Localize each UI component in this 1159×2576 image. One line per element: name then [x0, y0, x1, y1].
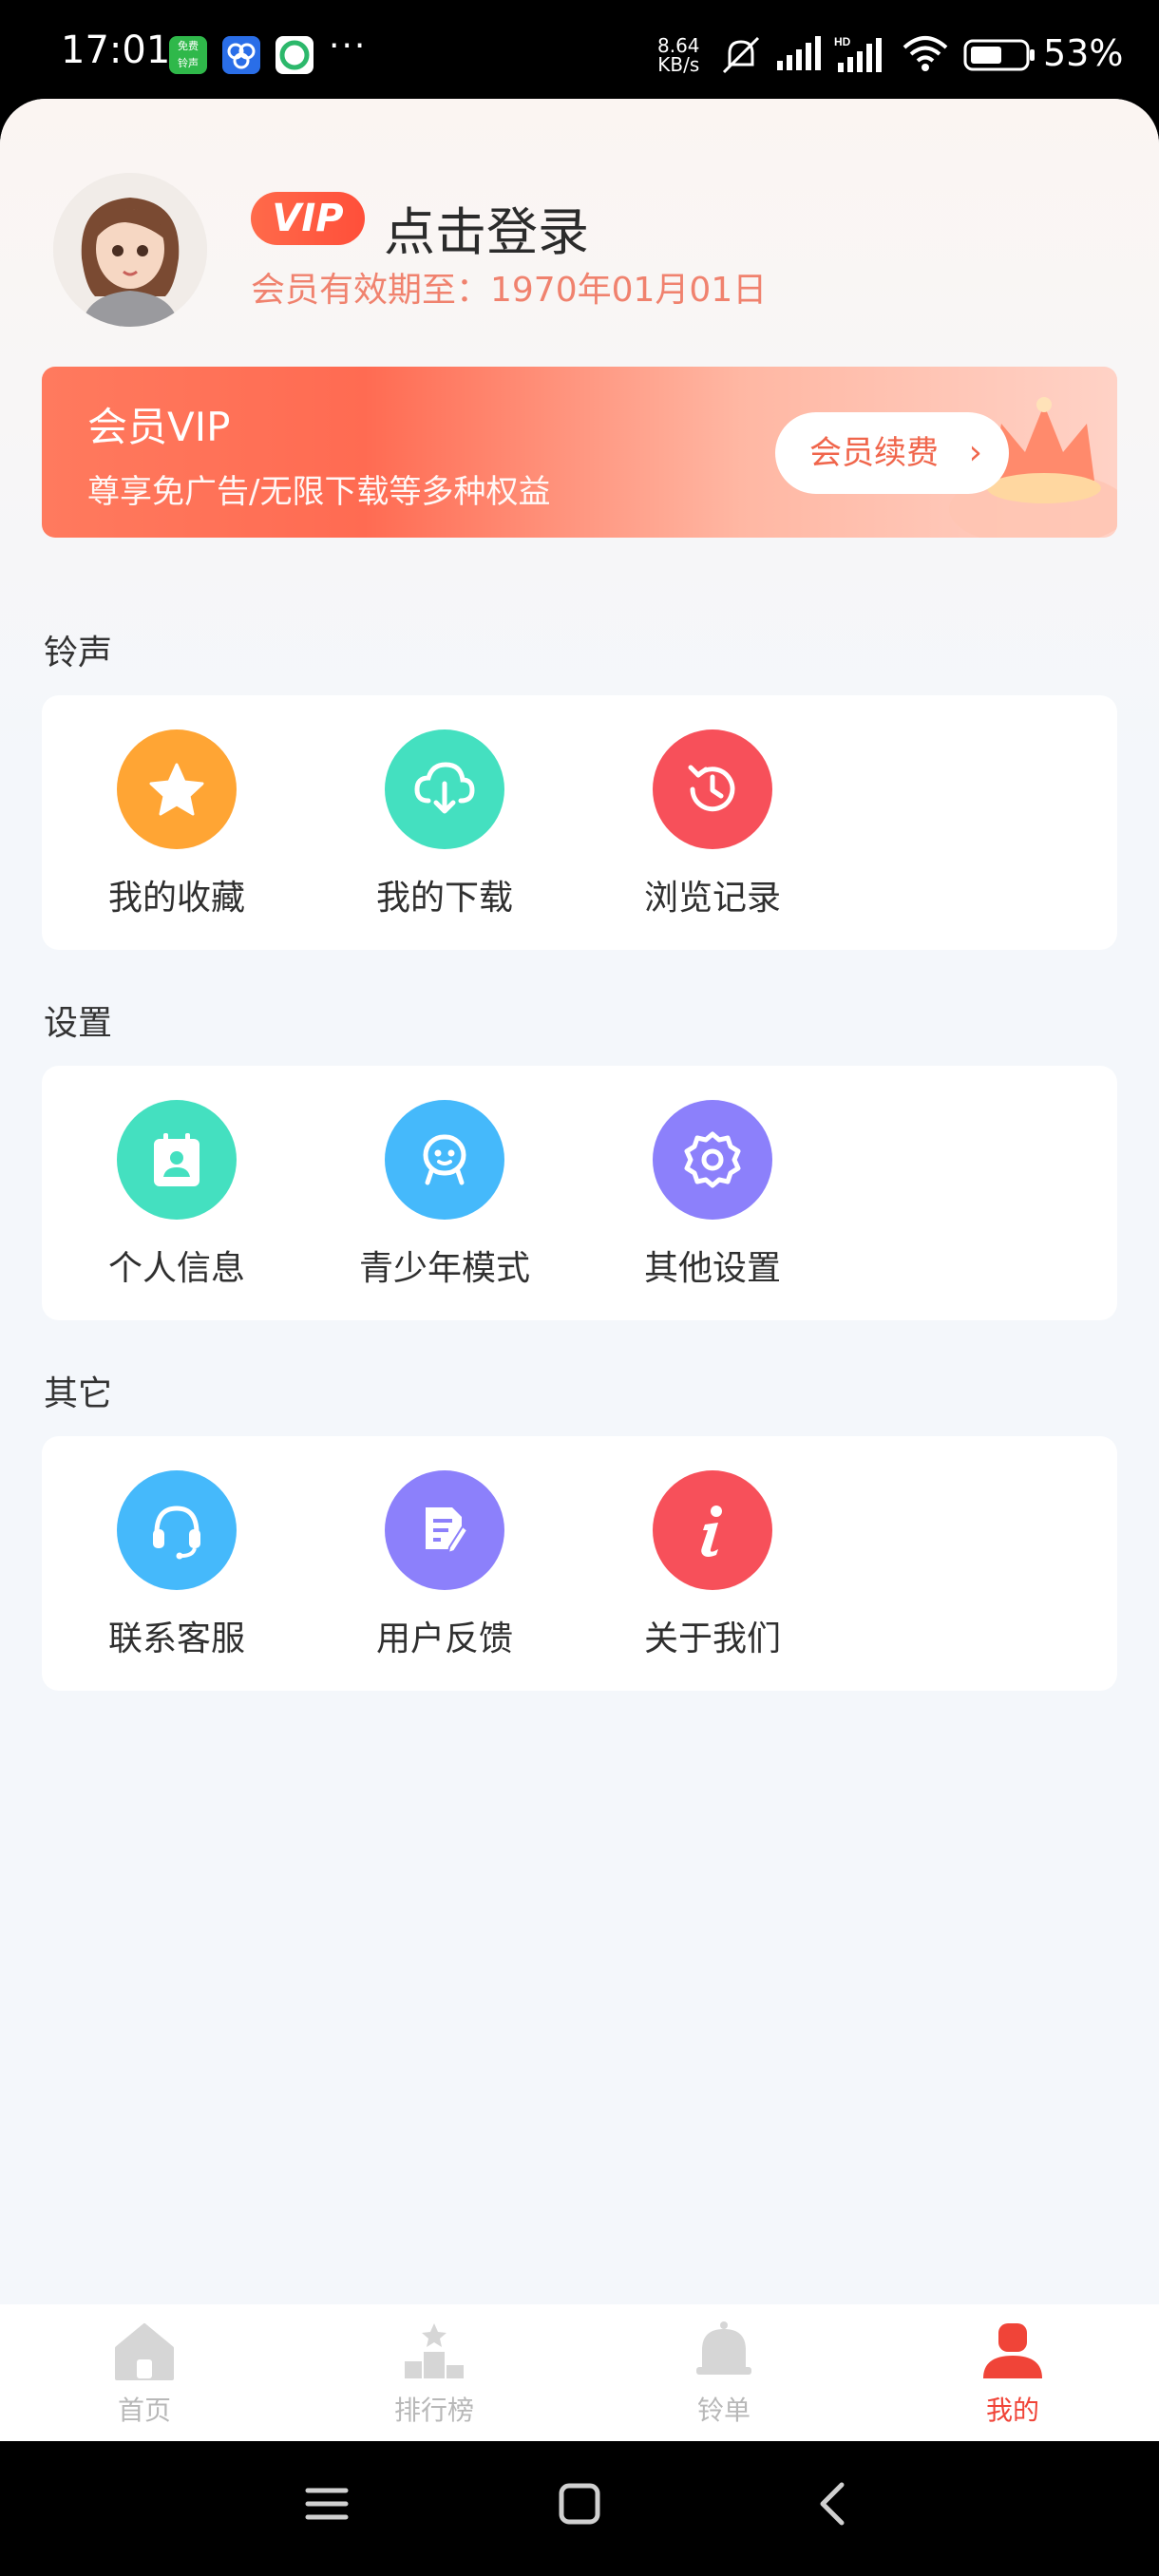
- signal-icon-1: [777, 36, 821, 70]
- more-notifications-icon: ···: [329, 27, 368, 66]
- feedback-icon: [385, 1470, 504, 1590]
- nav-item-ranking[interactable]: 排行榜: [339, 2318, 529, 2428]
- vip-card-title: 会员VIP: [87, 404, 231, 450]
- grid-item-other-settings[interactable]: 其他设置: [618, 1100, 808, 1299]
- section-card-ringtone: 我的收藏 我的下载 浏览记录: [42, 695, 1117, 950]
- renew-button-label: 会员续费: [809, 434, 939, 472]
- back-icon[interactable]: [811, 2481, 857, 2527]
- star-icon: [117, 729, 237, 849]
- nav-label-home: 首页: [117, 2395, 171, 2426]
- grid-item-about-us[interactable]: 关于我们: [618, 1470, 808, 1670]
- nav-item-ringtone-list[interactable]: 铃单: [629, 2318, 819, 2428]
- my-page: VIP 点击登录 会员有效期至：1970年01月01日 会员VIP 尊享免广告/…: [0, 99, 1159, 2441]
- nav-item-mine[interactable]: 我的: [918, 2318, 1108, 2428]
- home-icon: [111, 2318, 178, 2384]
- grid-item-label: 关于我们: [643, 1619, 781, 1658]
- battery-icon: [963, 39, 1035, 71]
- section-title-other: 其它: [44, 1374, 113, 1413]
- network-speed-unit: KB/s: [657, 53, 700, 76]
- ranking-icon: [401, 2318, 467, 2384]
- menu-icon[interactable]: [304, 2481, 350, 2527]
- smile-face-icon: [385, 1100, 504, 1220]
- network-speed-value: 8.64: [657, 34, 700, 57]
- contact-card-icon: [117, 1100, 237, 1220]
- nav-label-ranking: 排行榜: [393, 2395, 474, 2426]
- status-time: 17:01: [61, 28, 171, 72]
- grid-item-label: 其他设置: [643, 1249, 781, 1288]
- status-bar: 17:01 免费铃声 ··· 8.64 KB/s HD 53%: [0, 0, 1159, 104]
- section-card-other: 联系客服 用户反馈 关于我们: [42, 1436, 1117, 1691]
- history-icon: [653, 729, 772, 849]
- app-badge-text: 免费: [178, 40, 199, 52]
- wifi-icon: [902, 36, 948, 71]
- signal-hd-icon: HD: [834, 35, 882, 72]
- grid-item-label: 浏览记录: [643, 879, 781, 918]
- grid-item-customer-service[interactable]: 联系客服: [82, 1470, 272, 1670]
- grid-item-feedback[interactable]: 用户反馈: [350, 1470, 540, 1670]
- headset-icon: [117, 1470, 237, 1590]
- nav-item-home[interactable]: 首页: [49, 2318, 239, 2428]
- home-square-icon[interactable]: [557, 2481, 602, 2527]
- grid-item-label: 我的收藏: [107, 879, 245, 918]
- member-expire-date: 会员有效期至：1970年01月01日: [251, 271, 768, 310]
- grid-item-history[interactable]: 浏览记录: [618, 729, 808, 929]
- cloud-download-icon: [385, 729, 504, 849]
- nav-label-mine: 我的: [985, 2395, 1039, 2426]
- grid-item-label: 个人信息: [107, 1249, 245, 1288]
- app-badge-text: 铃声: [178, 57, 199, 69]
- section-title-settings: 设置: [44, 1004, 113, 1043]
- grid-item-label: 联系客服: [107, 1619, 245, 1658]
- baidu-netdisk-app-icon: [222, 36, 260, 74]
- bottom-nav: 首页 排行榜 铃单 我的: [0, 2304, 1159, 2441]
- grid-item-favorites[interactable]: 我的收藏: [82, 729, 272, 929]
- vip-badge: VIP: [251, 192, 365, 245]
- section-card-settings: 个人信息 青少年模式 其他设置: [42, 1066, 1117, 1320]
- info-icon: [653, 1470, 772, 1590]
- bell-icon: [691, 2318, 757, 2384]
- vip-membership-card[interactable]: 会员VIP 尊享免广告/无限下载等多种权益 会员续费 ›: [42, 367, 1117, 538]
- green-app-icon: [276, 36, 314, 74]
- login-link[interactable]: 点击登录: [384, 190, 589, 265]
- svg-text:HD: HD: [834, 35, 851, 48]
- gear-icon: [653, 1100, 772, 1220]
- chevron-right-icon: ›: [968, 433, 982, 472]
- nav-label-ringtone-list: 铃单: [696, 2395, 750, 2426]
- system-nav-bar: [0, 2441, 1159, 2576]
- mute-bell-icon: [722, 36, 760, 74]
- section-title-ringtone: 铃声: [44, 634, 113, 672]
- grid-item-personal-info[interactable]: 个人信息: [82, 1100, 272, 1299]
- vip-card-subtitle: 尊享免广告/无限下载等多种权益: [87, 473, 551, 511]
- grid-item-label: 我的下载: [375, 879, 513, 918]
- user-icon: [979, 2318, 1046, 2384]
- network-speed: 8.64 KB/s: [657, 36, 700, 74]
- avatar[interactable]: [53, 173, 207, 327]
- grid-item-downloads[interactable]: 我的下载: [350, 729, 540, 929]
- renew-membership-button[interactable]: 会员续费 ›: [775, 412, 1009, 494]
- free-ringtone-app-icon: 免费 铃声: [169, 36, 207, 74]
- grid-item-label: 青少年模式: [358, 1249, 530, 1288]
- battery-percent: 53%: [1043, 32, 1124, 74]
- grid-item-label: 用户反馈: [375, 1619, 513, 1658]
- grid-item-teen-mode[interactable]: 青少年模式: [350, 1100, 540, 1299]
